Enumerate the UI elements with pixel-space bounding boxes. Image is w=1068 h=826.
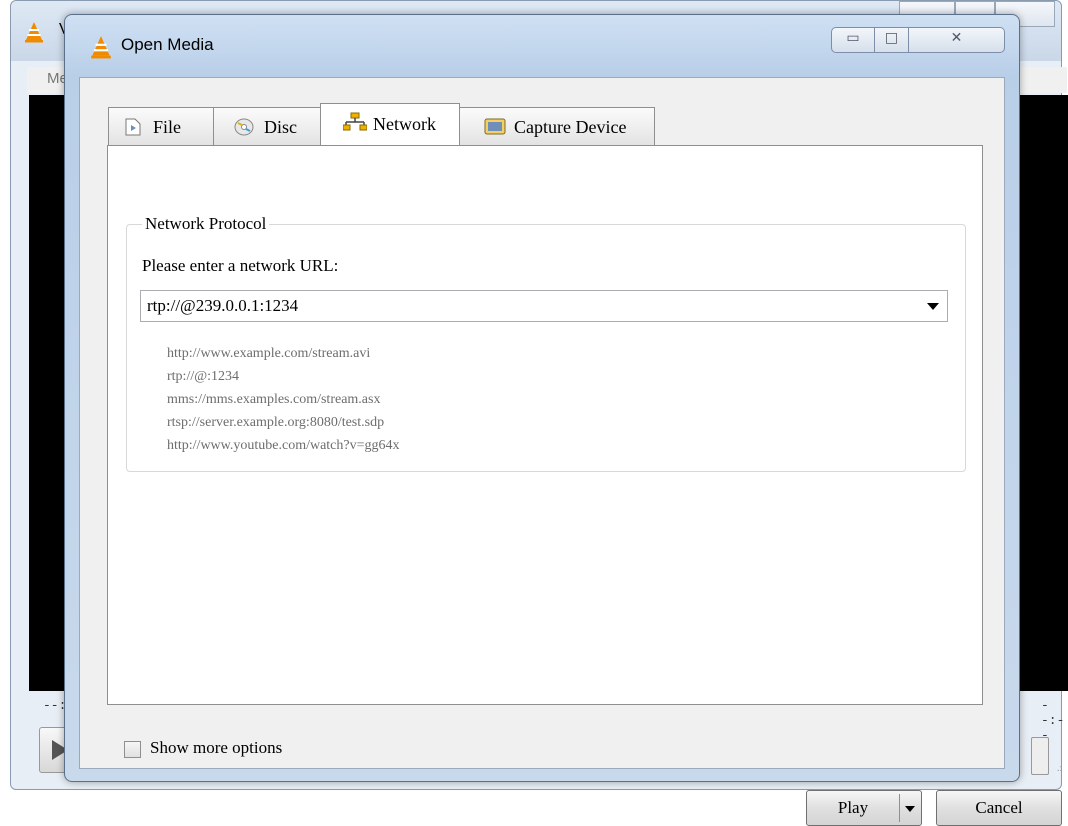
dialog-title: Open Media: [121, 35, 214, 54]
example-url: http://www.example.com/stream.avi: [167, 346, 371, 361]
close-icon: ✕: [950, 30, 963, 46]
open-media-dialog: Open Media ▭ □ ✕ File Disc Network Captu…: [64, 14, 1062, 826]
tab-capture-device-label: Capture Device: [514, 117, 627, 137]
cancel-button-label: Cancel: [975, 798, 1023, 817]
example-url: http://www.youtube.com/watch?v=gg64x: [167, 438, 400, 453]
url-combobox[interactable]: rtp://@239.0.0.1:1234: [140, 290, 948, 322]
vlc-cone-icon: [91, 36, 111, 59]
play-button[interactable]: Play: [806, 790, 922, 826]
tab-network-label: Network: [373, 114, 436, 134]
play-options-dropdown-icon[interactable]: [905, 806, 915, 812]
cancel-button[interactable]: Cancel: [936, 790, 1062, 826]
group-title: Network Protocol: [142, 214, 270, 234]
url-label: Please enter a network URL:: [142, 256, 339, 275]
dialog-client-area: File Disc Network Capture Device Network…: [79, 77, 1062, 826]
resize-grip-icon[interactable]: .:: [1057, 763, 1062, 774]
example-url: rtsp://server.example.org:8080/test.sdp: [167, 415, 385, 430]
tab-file-label: File: [153, 117, 182, 137]
vlc-cone-icon: [25, 22, 43, 43]
disc-icon: [234, 118, 254, 136]
capture-device-icon: [484, 118, 506, 135]
tab-disc[interactable]: Disc: [213, 107, 321, 145]
file-icon: [125, 118, 141, 136]
url-value[interactable]: rtp://@239.0.0.1:1234: [147, 296, 298, 316]
playlist-toggle-button[interactable]: [1031, 737, 1049, 775]
chevron-down-icon[interactable]: [927, 303, 939, 310]
close-button[interactable]: ✕: [909, 27, 1005, 53]
url-examples: http://www.example.com/stream.avi rtp://…: [167, 342, 400, 457]
show-more-options-label[interactable]: Show more options: [150, 738, 282, 758]
network-panel: Network Protocol Please enter a network …: [107, 145, 983, 705]
tab-network[interactable]: Network: [320, 103, 460, 145]
play-button-label: Play: [837, 798, 869, 817]
split-divider: [899, 794, 900, 822]
maximize-icon: □: [884, 30, 899, 46]
tab-disc-label: Disc: [264, 117, 297, 137]
show-more-options-checkbox[interactable]: [124, 741, 141, 758]
tab-file[interactable]: File: [108, 107, 214, 145]
tab-capture-device[interactable]: Capture Device: [459, 107, 655, 145]
maximize-button[interactable]: □: [875, 27, 909, 53]
minimize-button[interactable]: ▭: [831, 27, 875, 53]
example-url: mms://mms.examples.com/stream.asx: [167, 392, 381, 407]
network-icon: [343, 112, 367, 131]
example-url: rtp://@:1234: [167, 369, 240, 384]
minimize-icon: ▭: [846, 30, 860, 46]
